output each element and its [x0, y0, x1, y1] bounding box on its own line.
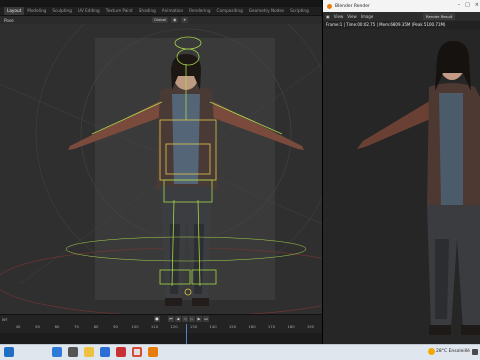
playhead[interactable] [186, 324, 187, 344]
editor-type-icon[interactable]: ▣ [326, 14, 330, 19]
play-icon[interactable]: ▷ [189, 316, 195, 322]
timeline-tick: 140 [209, 324, 217, 329]
next-key-icon[interactable]: ▶ [196, 316, 202, 322]
snap-icon[interactable]: ⌖ [181, 17, 188, 23]
timeline-tick: 70 [74, 324, 79, 329]
menu-view-2[interactable]: View [347, 14, 357, 19]
render-window-menu: ▣ View View Image Render Result [323, 12, 480, 21]
render-window: Blender Render – □ × ▣ View View Image R… [322, 0, 480, 344]
notification-icon[interactable] [472, 349, 478, 355]
timeline-tick: 40 [15, 324, 21, 329]
timeline-tick: 150 [228, 324, 237, 329]
file-explorer-icon[interactable] [84, 347, 94, 357]
close-icon[interactable]: × [475, 2, 479, 8]
weather-sun-icon[interactable] [428, 348, 435, 355]
task-view-icon[interactable] [68, 347, 78, 357]
render-image [323, 29, 480, 344]
render-window-title: Blender Render [335, 3, 370, 9]
tab-texture-paint[interactable]: Texture Paint [103, 7, 136, 15]
timeline-track[interactable] [0, 333, 322, 344]
timeline-tick: 100 [131, 324, 139, 329]
render-window-titlebar: Blender Render – □ × [323, 0, 480, 12]
timeline-label: ier [2, 317, 8, 322]
timeline-tick: 160 [248, 324, 256, 329]
workspace-tabs-bar: Layout Modeling Sculpting UV Editing Tex… [0, 7, 322, 16]
timeline-tick: 80 [93, 324, 99, 329]
menu-view[interactable]: View [334, 14, 344, 19]
timeline-panel: ier ● ⏮ ◀ ◁ ▷ ▶ ⏭ 40 50 60 70 80 90 100 110 120 1… [0, 314, 322, 344]
transport-controls: ⏮ ◀ ◁ ▷ ▶ ⏭ [168, 316, 209, 322]
timeline-tick: 190 [306, 324, 315, 329]
timeline-ruler[interactable]: 40 50 60 70 80 90 100 110 120 130 140 150 160 170 180 1… [0, 324, 322, 332]
screen: Layout Modeling Sculpting UV Editing Tex… [0, 0, 480, 360]
viewport-scene [0, 24, 322, 314]
viewport-header: Pose Global ◉ ⌖ [0, 16, 322, 24]
jump-start-icon[interactable]: ⏮ [168, 316, 174, 322]
jump-end-icon[interactable]: ⏭ [203, 316, 209, 322]
weather-condition: Ensoleillé [448, 349, 470, 354]
tab-geometry-nodes[interactable]: Geometry Nodes [246, 7, 287, 15]
timeline-tick: 90 [113, 324, 118, 329]
timeline-tick: 60 [54, 324, 60, 329]
tab-rendering[interactable]: Rendering [186, 7, 213, 15]
blender-logo-icon [327, 3, 332, 9]
timeline-tick: 110 [150, 324, 159, 329]
tab-scripting[interactable]: Scripting [287, 7, 312, 15]
keyframe-icon[interactable]: ● [154, 316, 160, 322]
tab-uv-editing[interactable]: UV Editing [75, 7, 103, 15]
media-player-icon[interactable] [116, 347, 126, 357]
timeline-tick: 120 [170, 324, 178, 329]
menu-image[interactable]: Image [361, 14, 374, 19]
timeline-tick: 170 [267, 324, 276, 329]
tab-modeling[interactable]: Modeling [24, 7, 49, 15]
render-result-canvas[interactable] [323, 29, 480, 344]
pivot-icon[interactable]: ◉ [171, 17, 179, 23]
timeline-tick: 50 [35, 324, 40, 329]
timeline-tick: 180 [287, 324, 295, 329]
orientation-selector[interactable]: Global [152, 17, 169, 23]
timeline-tick: 130 [189, 324, 198, 329]
edge-icon[interactable] [52, 347, 62, 357]
tab-animation[interactable]: Animation [159, 7, 186, 15]
render-slot-selector[interactable]: Render Result [423, 13, 456, 20]
chrome-icon[interactable] [132, 347, 142, 357]
windows-start-icon[interactable] [4, 347, 14, 357]
tab-compositing[interactable]: Compositing [214, 7, 246, 15]
mode-selector[interactable]: Pose [4, 18, 14, 23]
minimize-icon[interactable]: – [458, 2, 461, 8]
mail-icon[interactable] [100, 347, 110, 357]
maximize-icon[interactable]: □ [465, 2, 470, 8]
temperature: 28°C [436, 349, 448, 354]
play-reverse-icon[interactable]: ◁ [182, 316, 188, 322]
title-strip [0, 0, 322, 7]
tab-shading[interactable]: Shading [136, 7, 159, 15]
prev-key-icon[interactable]: ◀ [175, 316, 181, 322]
tab-layout[interactable]: Layout [4, 7, 25, 15]
weather-text[interactable]: 28°C Ensoleillé [436, 349, 470, 354]
tab-sculpting[interactable]: Sculpting [49, 7, 75, 15]
3d-viewport[interactable] [0, 24, 322, 314]
blender-taskbar-icon[interactable] [148, 347, 158, 357]
render-stats: Frame:1 | Time:00:02.75 | Mem:6809.35M (… [323, 21, 480, 29]
